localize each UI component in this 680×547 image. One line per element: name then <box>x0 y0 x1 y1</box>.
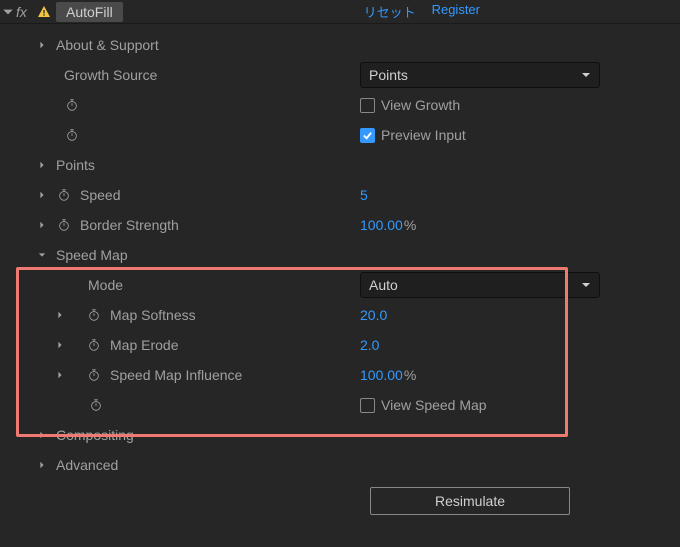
chevron-right-icon[interactable] <box>36 41 48 49</box>
border-strength-unit: % <box>404 217 416 233</box>
preview-input-row: Preview Input <box>12 120 668 150</box>
view-speed-map-label: View Speed Map <box>381 397 487 413</box>
reset-link[interactable]: リセット <box>364 2 416 21</box>
resimulate-button[interactable]: Resimulate <box>370 487 570 515</box>
stopwatch-icon[interactable] <box>64 97 80 113</box>
border-strength-label: Border Strength <box>80 217 179 233</box>
advanced-label: Advanced <box>56 457 118 473</box>
effect-twirl-icon[interactable] <box>2 6 14 18</box>
speed-map-influence-unit: % <box>404 367 416 383</box>
border-strength-row: Border Strength 100.00% <box>12 210 668 240</box>
about-support-row: About & Support <box>12 30 668 60</box>
chevron-right-icon[interactable] <box>54 311 66 319</box>
stopwatch-icon[interactable] <box>56 187 72 203</box>
effects-panel: fx AutoFill リセット Register About & Suppor… <box>0 0 680 547</box>
points-row: Points <box>12 150 668 180</box>
stopwatch-icon[interactable] <box>86 307 102 323</box>
effect-body: About & Support Growth Source Points Vie… <box>0 24 680 516</box>
view-speed-map-row: View Speed Map <box>12 390 668 420</box>
stopwatch-icon[interactable] <box>86 367 102 383</box>
border-strength-value[interactable]: 100.00 <box>360 217 403 233</box>
chevron-right-icon[interactable] <box>36 191 48 199</box>
speed-map-label: Speed Map <box>56 247 128 263</box>
chevron-right-icon[interactable] <box>36 461 48 469</box>
stopwatch-icon[interactable] <box>86 337 102 353</box>
growth-source-row: Growth Source Points <box>12 60 668 90</box>
stopwatch-icon[interactable] <box>88 397 104 413</box>
map-erode-label: Map Erode <box>110 337 178 353</box>
preview-input-checkbox[interactable] <box>360 128 375 143</box>
chevron-right-icon[interactable] <box>54 341 66 349</box>
advanced-row: Advanced <box>12 450 668 480</box>
points-label: Points <box>56 157 95 173</box>
preview-input-label: Preview Input <box>381 127 466 143</box>
map-erode-row: Map Erode 2.0 <box>12 330 668 360</box>
view-speed-map-checkbox[interactable] <box>360 398 375 413</box>
about-label: About & Support <box>56 37 159 53</box>
register-link[interactable]: Register <box>432 2 480 21</box>
mode-row: Mode Auto <box>12 270 668 300</box>
speed-row: Speed 5 <box>12 180 668 210</box>
chevron-down-icon <box>581 70 591 80</box>
chevron-right-icon[interactable] <box>36 221 48 229</box>
chevron-right-icon[interactable] <box>36 431 48 439</box>
map-softness-row: Map Softness 20.0 <box>12 300 668 330</box>
resimulate-row: Resimulate <box>12 486 668 516</box>
speed-map-influence-value[interactable]: 100.00 <box>360 367 403 383</box>
speed-map-influence-label: Speed Map Influence <box>110 367 242 383</box>
chevron-down-icon[interactable] <box>36 251 48 259</box>
chevron-right-icon[interactable] <box>36 161 48 169</box>
compositing-row: Compositing <box>12 420 668 450</box>
speed-label: Speed <box>80 187 120 203</box>
growth-source-select[interactable]: Points <box>360 62 600 88</box>
speed-value[interactable]: 5 <box>360 187 368 203</box>
speed-map-row: Speed Map <box>12 240 668 270</box>
mode-select[interactable]: Auto <box>360 272 600 298</box>
chevron-down-icon <box>581 280 591 290</box>
speed-map-influence-row: Speed Map Influence 100.00% <box>12 360 668 390</box>
view-growth-checkbox[interactable] <box>360 98 375 113</box>
mode-value: Auto <box>369 277 398 293</box>
effect-header: fx AutoFill リセット Register <box>0 0 680 24</box>
chevron-right-icon[interactable] <box>54 371 66 379</box>
stopwatch-icon[interactable] <box>64 127 80 143</box>
view-growth-label: View Growth <box>381 97 460 113</box>
growth-source-label: Growth Source <box>64 67 157 83</box>
stopwatch-icon[interactable] <box>56 217 72 233</box>
mode-label: Mode <box>88 277 123 293</box>
view-growth-row: View Growth <box>12 90 668 120</box>
map-softness-value[interactable]: 20.0 <box>360 307 387 323</box>
effect-name[interactable]: AutoFill <box>56 2 123 22</box>
warning-icon <box>36 4 52 20</box>
compositing-label: Compositing <box>56 427 134 443</box>
map-softness-label: Map Softness <box>110 307 196 323</box>
fx-icon: fx <box>16 4 34 20</box>
map-erode-value[interactable]: 2.0 <box>360 337 379 353</box>
growth-source-value: Points <box>369 67 408 83</box>
